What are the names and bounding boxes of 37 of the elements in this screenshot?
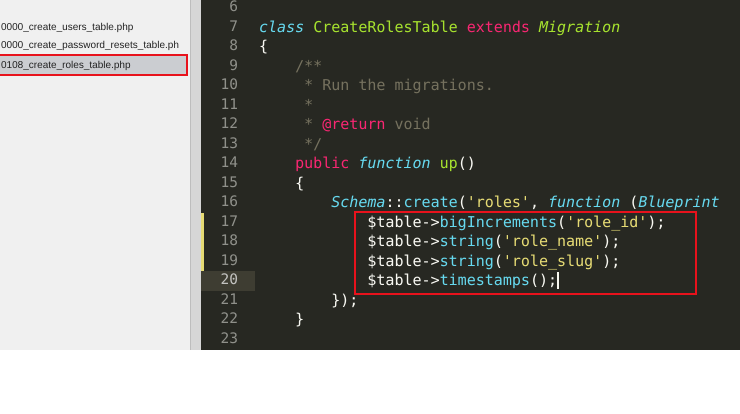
code-line: $table->string('role_slug'); <box>366 252 620 270</box>
line-number: 20 <box>201 271 255 290</box>
code-line: public function up() <box>294 154 476 172</box>
code-line: $table->string('role_name'); <box>366 232 620 250</box>
line-number: 15 <box>220 174 239 192</box>
line-number: 13 <box>220 134 239 154</box>
line-number: 18 <box>201 232 255 252</box>
code-line: { <box>294 174 304 192</box>
code-line: * @return void <box>303 115 431 133</box>
line-number: 17 <box>201 212 255 232</box>
file-item[interactable]: 0000_create_password_resets_table.ph <box>0 36 188 54</box>
line-number: 11 <box>220 96 239 114</box>
line-number: 9 <box>228 56 239 76</box>
file-item[interactable]: 0000_create_users_table.php <box>0 19 188 36</box>
line-number: 21 <box>220 290 239 310</box>
code-line: */ <box>303 134 322 152</box>
code-line: }); <box>330 290 358 308</box>
code-line: * <box>303 96 314 114</box>
code-line: /** <box>294 56 322 74</box>
code-line: class CreateRolesTable extends Migration <box>259 18 620 36</box>
line-number: 14 <box>220 154 239 173</box>
line-number: 12 <box>220 115 239 134</box>
line-number: 6 <box>228 0 239 17</box>
code-line: } <box>294 310 304 328</box>
line-number: 22 <box>220 310 239 329</box>
code-line: $table->bigIncrements('role_id'); <box>366 212 666 230</box>
scrollbar[interactable] <box>190 0 201 350</box>
line-number: 10 <box>220 76 239 95</box>
code-line: * Run the migrations. <box>303 76 494 94</box>
file-item[interactable]: 0108_create_roles_table.php <box>0 54 188 76</box>
code-line: $table->timestamps(); <box>366 271 560 289</box>
line-number: 16 <box>220 193 239 212</box>
line-number: 23 <box>220 330 239 348</box>
line-number: 7 <box>228 18 239 36</box>
code-line: Schema::create('roles', function (Blueprint <box>330 193 720 211</box>
line-number: 8 <box>228 37 239 56</box>
code-line: { <box>259 37 268 55</box>
